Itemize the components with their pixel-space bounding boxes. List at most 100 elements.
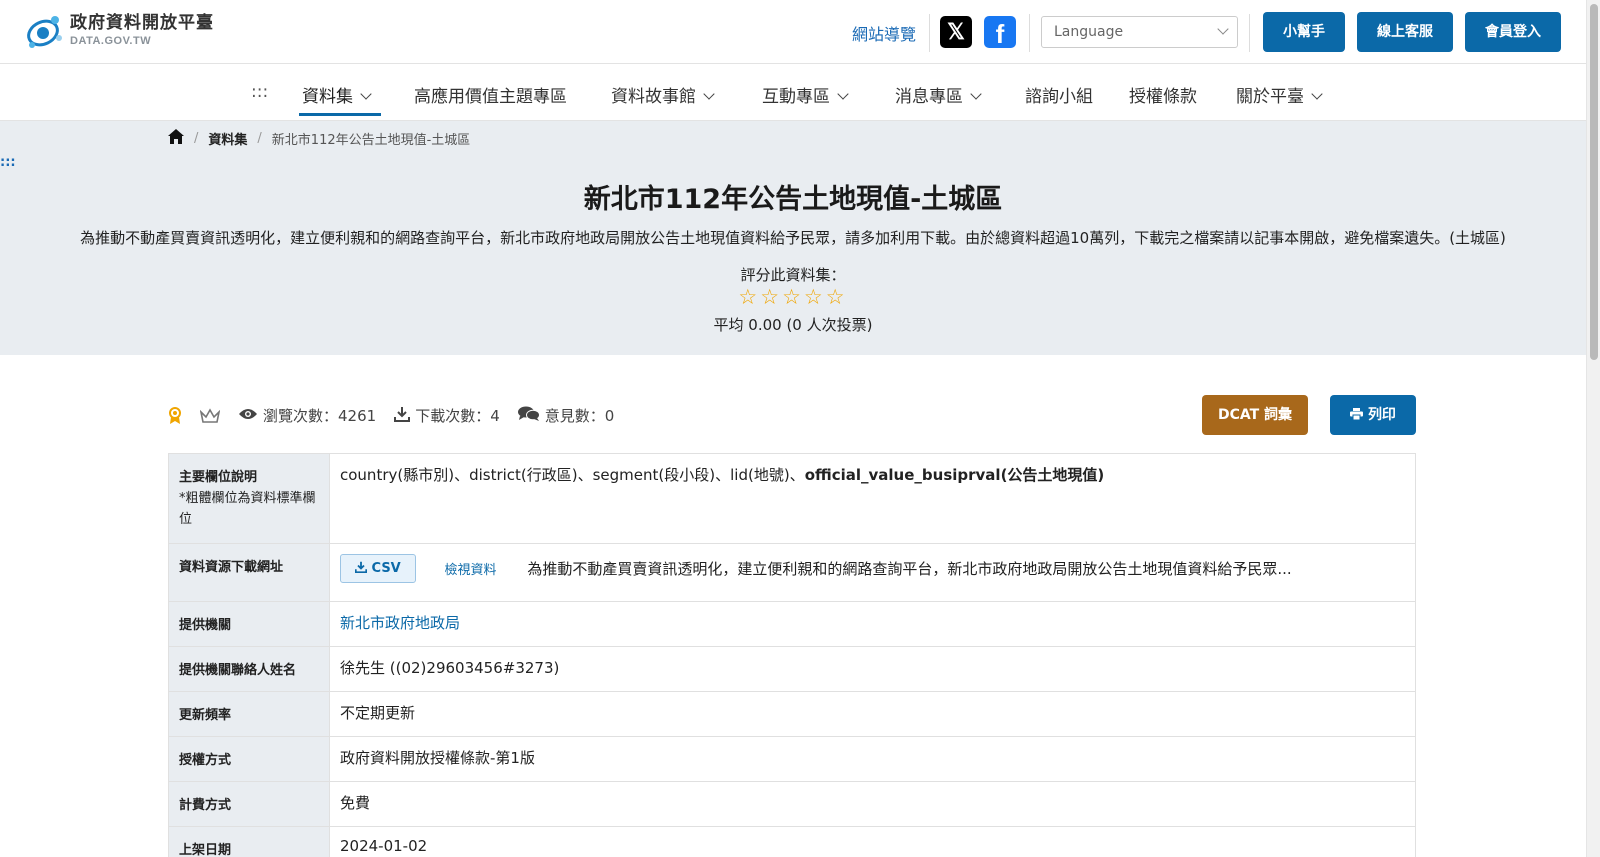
- dataset-info-table: 主要欄位說明 *粗體欄位為資料標準欄位 country(縣市別)、distric…: [168, 453, 1416, 857]
- breadcrumb-separator: /: [257, 131, 262, 146]
- nav-item-label: 資料故事館: [611, 87, 696, 107]
- nav-item-interactive[interactable]: 互動專區: [762, 82, 849, 107]
- nav-item-high-value[interactable]: 高應用價值主題專區: [414, 82, 567, 107]
- site-logo[interactable]: 政府資料開放平臺 DATA.GOV.TW: [24, 12, 214, 50]
- views-label: 瀏覽次數：: [263, 407, 339, 425]
- print-button[interactable]: 列印: [1330, 395, 1416, 435]
- row-value: country(縣市別)、district(行政區)、segment(段小段)、…: [329, 453, 1416, 544]
- table-row: 更新頻率 不定期更新: [168, 690, 1416, 737]
- download-icon: [354, 561, 368, 576]
- table-row: 提供機關聯絡人姓名 徐先生 ((02)29603456#3273): [168, 645, 1416, 692]
- nav-item-license[interactable]: 授權條款: [1129, 82, 1197, 107]
- nav-item-label: 消息專區: [895, 87, 963, 107]
- print-label: 列印: [1367, 407, 1396, 423]
- comments-icon: [517, 406, 540, 426]
- row-key: 計費方式: [168, 780, 330, 827]
- downloads-count: 4: [490, 406, 500, 425]
- row-key-label: 主要欄位說明: [179, 470, 258, 485]
- x-twitter-icon[interactable]: 𝕏: [940, 16, 972, 48]
- nav-item-label: 資料集: [302, 87, 353, 107]
- row-value: CSV 檢視資料 為推動不動產買賣資訊透明化，建立便利親和的網路查詢平台，新北市…: [329, 542, 1416, 602]
- provider-link[interactable]: 新北市政府地政局: [340, 614, 460, 632]
- row-value: 不定期更新: [329, 690, 1416, 737]
- row-key: 資料資源下載網址: [168, 542, 330, 602]
- comments-stat: 意見數： 0: [517, 405, 614, 426]
- facebook-icon[interactable]: f: [984, 16, 1016, 49]
- row-key-note: *粗體欄位為資料標準欄位: [179, 491, 316, 527]
- row-value: 政府資料開放授權條款-第1版: [329, 735, 1416, 782]
- row-key: 上架日期: [168, 825, 330, 857]
- home-icon[interactable]: [168, 129, 184, 148]
- table-row: 上架日期 2024-01-02: [168, 825, 1416, 857]
- chevron-down-icon: [360, 88, 372, 100]
- rating-average: 平均 0.00 (0 人次投票): [713, 316, 873, 334]
- crown-icon: [200, 407, 220, 424]
- fields-bold: official_value_busiprval(公告土地現值): [804, 466, 1105, 484]
- nav-item-stories[interactable]: 資料故事館: [611, 82, 715, 107]
- eye-icon: [238, 407, 258, 425]
- download-icon: [394, 406, 411, 426]
- breadcrumb: / 資料集 / 新北市112年公告土地現值-土城區: [168, 129, 470, 148]
- table-row: 計費方式 免費: [168, 780, 1416, 827]
- award-icon: [168, 406, 182, 425]
- online-support-button[interactable]: 線上客服: [1357, 12, 1453, 52]
- sitemap-link[interactable]: 網站導覽: [852, 21, 916, 45]
- content-skip-anchor[interactable]: :::: [0, 155, 16, 170]
- fields-plain: country(縣市別)、district(行政區)、segment(段小段)、…: [340, 466, 805, 484]
- nav-item-about[interactable]: 關於平臺: [1236, 82, 1323, 107]
- nav-skip-anchor[interactable]: :::: [251, 82, 268, 102]
- csv-download-button[interactable]: CSV: [340, 553, 416, 583]
- dataset-description: 為推動不動產買賣資訊透明化，建立便利親和的網路查詢平台，新北市政府地政局開放公告…: [80, 229, 1506, 247]
- breadcrumb-datasets[interactable]: 資料集: [208, 129, 247, 148]
- divider: [929, 14, 930, 52]
- rating-label: 評分此資料集：: [740, 266, 846, 284]
- view-data-link[interactable]: 檢視資料: [445, 559, 497, 578]
- row-key: 提供機關聯絡人姓名: [168, 645, 330, 692]
- downloads-label: 下載次數：: [415, 407, 491, 425]
- member-login-button[interactable]: 會員登入: [1465, 12, 1561, 52]
- breadcrumb-separator: /: [194, 131, 199, 146]
- helper-button[interactable]: 小幫手: [1263, 12, 1345, 52]
- dcat-button[interactable]: DCAT 詞彙: [1202, 395, 1308, 435]
- row-value: 2024-01-02: [329, 825, 1416, 857]
- main-nav: ::: 資料集 高應用價值主題專區 資料故事館 互動專區 消息專區 諮詢小組 授…: [0, 64, 1586, 121]
- resource-description: 為推動不動產買賣資訊透明化，建立便利親和的網路查詢平台，新北市政府地政局開放公告…: [527, 559, 1292, 578]
- row-value: 徐先生 ((02)29603456#3273): [329, 645, 1416, 692]
- nav-active-indicator: [299, 113, 381, 116]
- nav-item-label: 關於平臺: [1236, 87, 1304, 107]
- top-header: 政府資料開放平臺 DATA.GOV.TW 網站導覽 𝕏 f Language 小…: [0, 0, 1586, 64]
- row-value: 新北市政府地政局: [329, 600, 1416, 647]
- language-select-value: Language: [1054, 24, 1124, 40]
- page-scrollbar[interactable]: [1586, 0, 1600, 857]
- chevron-down-icon: [703, 88, 715, 100]
- views-count: 4261: [338, 406, 377, 425]
- nav-item-datasets[interactable]: 資料集: [302, 82, 372, 107]
- row-key: 更新頻率: [168, 690, 330, 737]
- language-select[interactable]: Language: [1041, 16, 1238, 48]
- page-title: 新北市112年公告土地現值-土城區: [583, 184, 1003, 215]
- breadcrumb-current: 新北市112年公告土地現值-土城區: [271, 133, 471, 148]
- chevron-down-icon: [1217, 23, 1229, 35]
- rating-stars[interactable]: ☆☆☆☆☆: [0, 285, 1586, 309]
- comments-label: 意見數：: [544, 407, 605, 425]
- printer-icon: [1350, 407, 1364, 423]
- table-row: 資料資源下載網址 CSV 檢視資料 為推動不動產買賣資訊透明化，建立便利親和的網…: [168, 542, 1416, 602]
- nav-item-news[interactable]: 消息專區: [895, 82, 982, 107]
- divider: [1029, 14, 1030, 52]
- divider: [1249, 14, 1250, 52]
- chevron-down-icon: [837, 88, 849, 100]
- dataset-stats: 瀏覽次數： 4261 下載次數： 4 意見數： 0: [168, 405, 632, 426]
- nav-item-advisory[interactable]: 諮詢小組: [1025, 82, 1093, 107]
- row-key: 主要欄位說明 *粗體欄位為資料標準欄位: [168, 453, 330, 544]
- nav-item-label: 互動專區: [762, 87, 830, 107]
- chevron-down-icon: [1311, 88, 1323, 100]
- row-key: 授權方式: [168, 735, 330, 782]
- row-value: 免費: [329, 780, 1416, 827]
- logo-title: 政府資料開放平臺: [70, 13, 214, 33]
- table-row: 授權方式 政府資料開放授權條款-第1版: [168, 735, 1416, 782]
- table-row: 提供機關 新北市政府地政局: [168, 600, 1416, 647]
- logo-icon: [24, 12, 64, 50]
- table-row: 主要欄位說明 *粗體欄位為資料標準欄位 country(縣市別)、distric…: [168, 453, 1416, 544]
- dataset-hero: / 資料集 / 新北市112年公告土地現值-土城區 ::: 新北市112年公告土…: [0, 121, 1586, 355]
- scrollbar-thumb[interactable]: [1590, 4, 1598, 360]
